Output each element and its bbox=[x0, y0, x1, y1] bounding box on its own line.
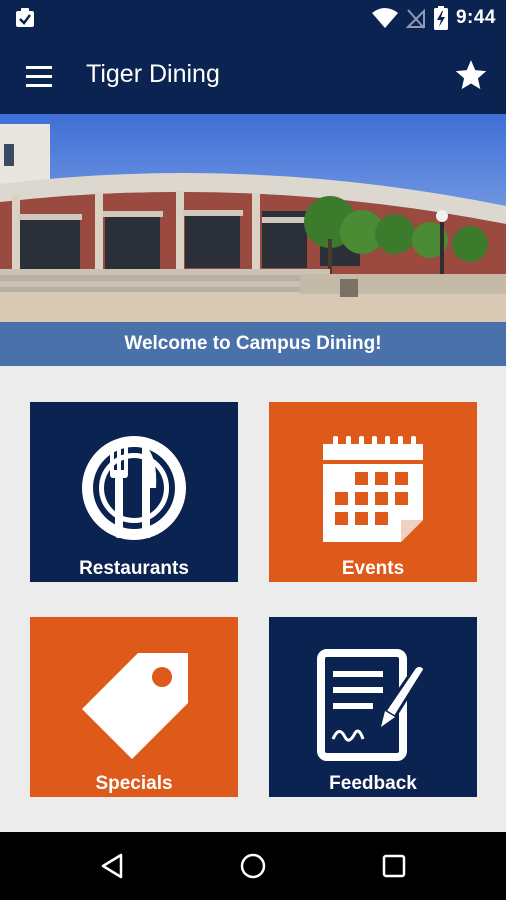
recents-icon[interactable] bbox=[380, 852, 408, 880]
status-bar: 9:44 bbox=[0, 0, 506, 36]
calendar-icon bbox=[323, 436, 423, 542]
system-nav-bar bbox=[0, 832, 506, 900]
clipboard-check-icon bbox=[16, 8, 34, 27]
app-bar: Tiger Dining bbox=[0, 36, 506, 114]
events-label: Events bbox=[341, 558, 405, 579]
signed-document-icon bbox=[317, 649, 427, 761]
battery-charging-icon bbox=[433, 6, 448, 30]
app-title: Tiger Dining bbox=[86, 60, 220, 88]
dining-hall-photo bbox=[0, 114, 506, 322]
events-tile[interactable]: Events bbox=[269, 402, 477, 582]
star-icon[interactable] bbox=[454, 58, 488, 92]
specials-label: Specials bbox=[95, 773, 173, 794]
feedback-label: Feedback bbox=[329, 773, 417, 794]
restaurants-tile[interactable]: Restaurants bbox=[30, 402, 238, 582]
feedback-tile[interactable]: Feedback bbox=[269, 617, 477, 797]
status-time: 9:44 bbox=[455, 7, 496, 28]
wifi-icon bbox=[371, 8, 398, 28]
restaurants-label: Restaurants bbox=[79, 558, 189, 579]
back-icon[interactable] bbox=[99, 852, 127, 880]
price-tag-icon bbox=[82, 653, 188, 759]
welcome-banner: Welcome to Campus Dining! bbox=[0, 322, 506, 366]
specials-tile[interactable]: Specials bbox=[30, 617, 238, 797]
home-icon[interactable] bbox=[239, 852, 267, 880]
no-signal-icon bbox=[405, 8, 425, 29]
hamburger-menu-icon[interactable] bbox=[18, 58, 58, 94]
plate-utensils-icon bbox=[82, 436, 186, 540]
